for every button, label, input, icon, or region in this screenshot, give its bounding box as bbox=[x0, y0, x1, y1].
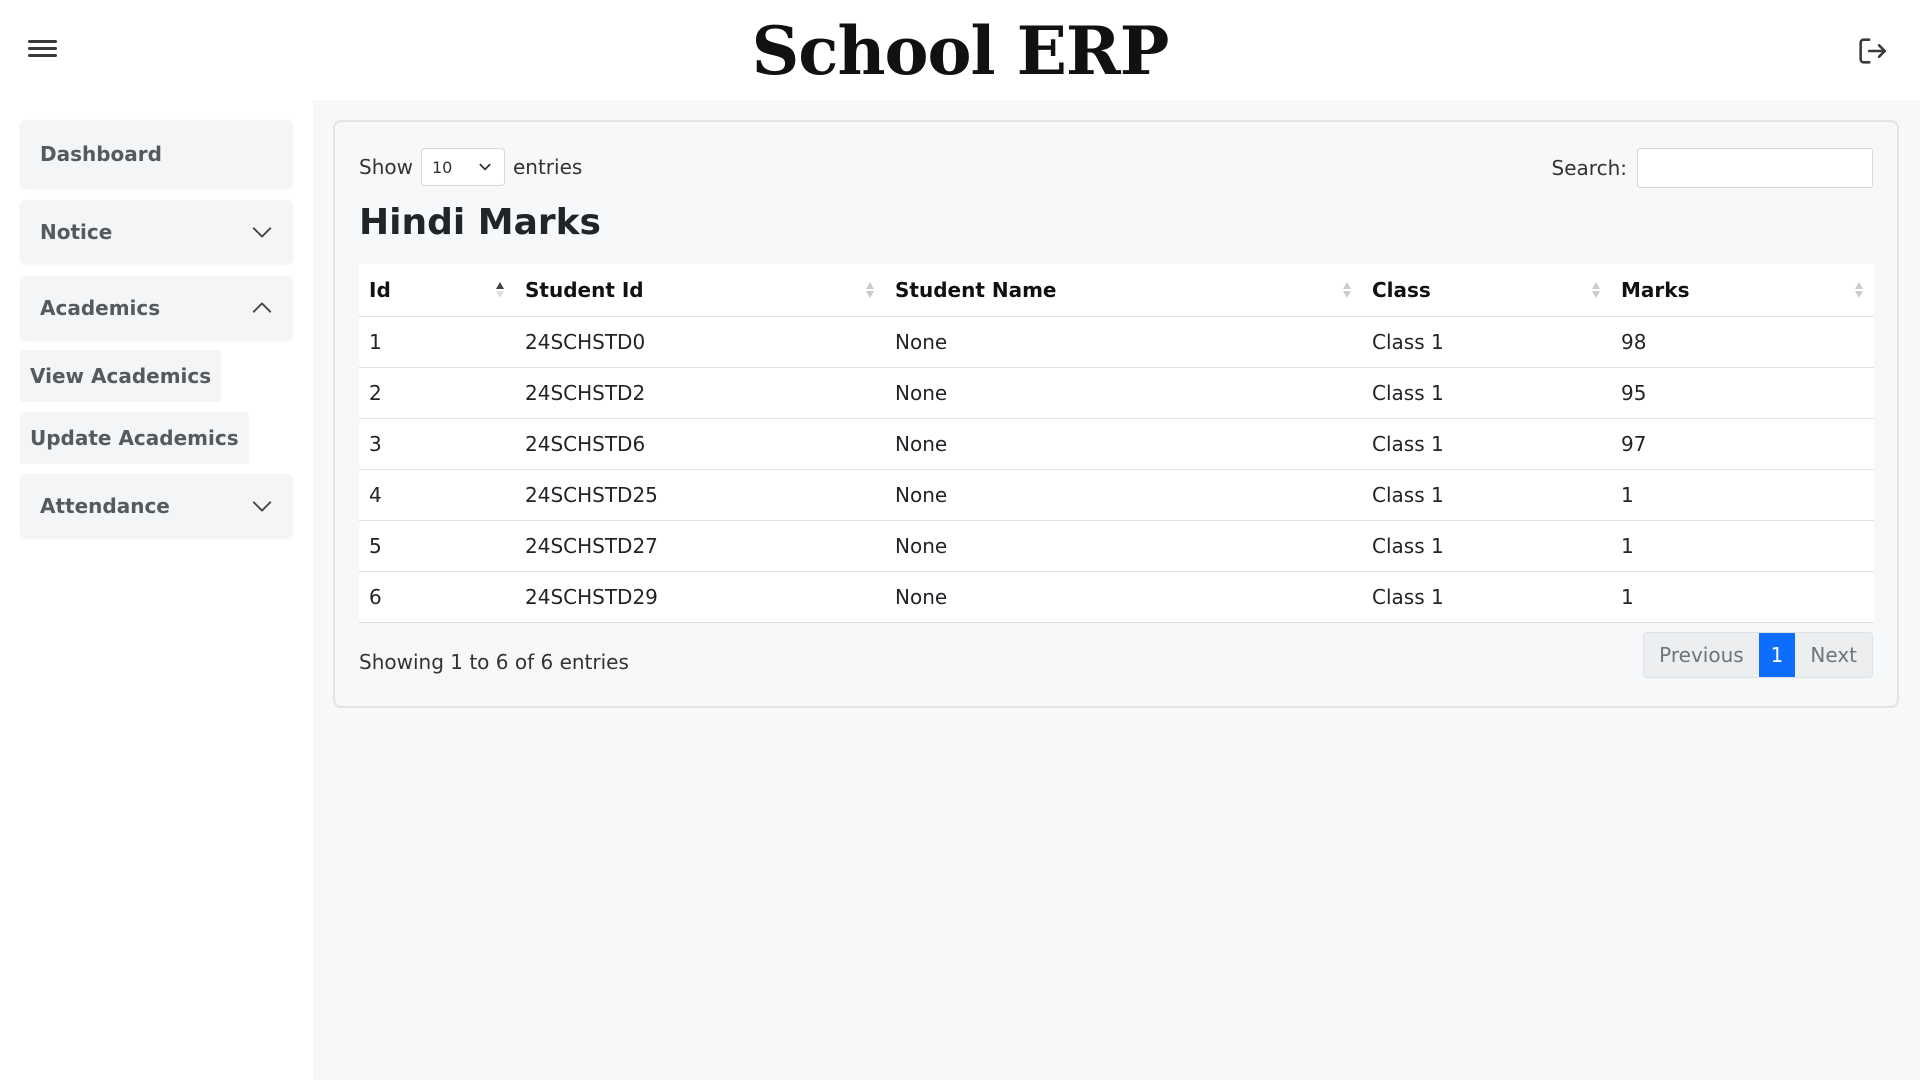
chevron-down-icon bbox=[479, 163, 491, 171]
table-row: 2 24SCHSTD2 None Class 1 95 bbox=[359, 367, 1874, 419]
logout-icon[interactable] bbox=[1855, 34, 1891, 70]
column-header-label: Class bbox=[1372, 277, 1431, 302]
cell-id: 2 bbox=[359, 367, 515, 419]
cell-marks: 95 bbox=[1611, 367, 1874, 419]
sidebar: Dashboard Notice Academics View Academic… bbox=[0, 100, 313, 1080]
page-button-1[interactable]: 1 bbox=[1758, 633, 1796, 677]
cell-class: Class 1 bbox=[1362, 520, 1611, 572]
sidebar-item-academics[interactable]: Academics bbox=[20, 276, 293, 340]
cell-student-id: 24SCHSTD0 bbox=[515, 316, 885, 368]
table-row: 1 24SCHSTD0 None Class 1 98 bbox=[359, 316, 1874, 368]
cell-class: Class 1 bbox=[1362, 316, 1611, 368]
sidebar-item-dashboard[interactable]: Dashboard bbox=[20, 120, 293, 188]
column-header-label: Student Id bbox=[525, 277, 644, 302]
cell-student-name: None bbox=[885, 367, 1362, 419]
entries-label: entries bbox=[512, 155, 583, 179]
table-row: 6 24SCHSTD29 None Class 1 1 bbox=[359, 571, 1874, 623]
table-row: 5 24SCHSTD27 None Class 1 1 bbox=[359, 520, 1874, 572]
table-row: 3 24SCHSTD6 None Class 1 97 bbox=[359, 418, 1874, 470]
show-label: Show bbox=[359, 155, 413, 179]
cell-student-id: 24SCHSTD27 bbox=[515, 520, 885, 572]
sort-icon bbox=[1343, 282, 1351, 298]
column-header-id[interactable]: Id bbox=[359, 264, 515, 317]
app-title: School ERP bbox=[751, 12, 1170, 90]
cell-marks: 1 bbox=[1611, 520, 1874, 572]
next-button[interactable]: Next bbox=[1795, 633, 1872, 677]
column-header-marks[interactable]: Marks bbox=[1611, 264, 1874, 317]
chevron-down-icon bbox=[252, 227, 272, 238]
sort-icon bbox=[1592, 282, 1600, 298]
column-header-student-id[interactable]: Student Id bbox=[515, 264, 885, 317]
cell-student-id: 24SCHSTD25 bbox=[515, 469, 885, 521]
cell-class: Class 1 bbox=[1362, 469, 1611, 521]
cell-student-id: 24SCHSTD6 bbox=[515, 418, 885, 470]
cell-id: 5 bbox=[359, 520, 515, 572]
cell-student-name: None bbox=[885, 418, 1362, 470]
cell-student-name: None bbox=[885, 316, 1362, 368]
cell-marks: 98 bbox=[1611, 316, 1874, 368]
entries-select-value: 10 bbox=[431, 157, 453, 177]
sidebar-item-attendance[interactable]: Attendance bbox=[20, 474, 293, 538]
entries-select[interactable]: 10 bbox=[420, 148, 505, 186]
sidebar-item-label: Dashboard bbox=[40, 142, 162, 166]
sort-asc-icon bbox=[496, 282, 504, 298]
sidebar-subitem-update-academics[interactable]: Update Academics bbox=[20, 412, 249, 464]
table-header-row: Id Student Id Student Name Class Marks bbox=[359, 264, 1874, 317]
cell-student-name: None bbox=[885, 571, 1362, 623]
cell-student-id: 24SCHSTD29 bbox=[515, 571, 885, 623]
cell-student-name: None bbox=[885, 469, 1362, 521]
cell-marks: 1 bbox=[1611, 571, 1874, 623]
search-control: Search: bbox=[1552, 148, 1873, 188]
column-header-label: Id bbox=[369, 277, 391, 302]
cell-class: Class 1 bbox=[1362, 418, 1611, 470]
table-row: 4 24SCHSTD25 None Class 1 1 bbox=[359, 469, 1874, 521]
sidebar-subitem-label: Update Academics bbox=[30, 426, 239, 450]
top-header: School ERP bbox=[0, 0, 1920, 100]
cell-id: 4 bbox=[359, 469, 515, 521]
sidebar-item-label: Notice bbox=[40, 220, 113, 244]
search-input[interactable] bbox=[1637, 148, 1873, 188]
cell-id: 3 bbox=[359, 418, 515, 470]
sidebar-subitem-view-academics[interactable]: View Academics bbox=[20, 350, 222, 402]
table-info: Showing 1 to 6 of 6 entries bbox=[359, 650, 629, 674]
column-header-class[interactable]: Class bbox=[1362, 264, 1611, 317]
search-label: Search: bbox=[1551, 156, 1627, 180]
entries-control: Show 10 entries bbox=[359, 148, 582, 186]
chevron-down-icon bbox=[252, 501, 272, 512]
cell-student-id: 24SCHSTD2 bbox=[515, 367, 885, 419]
chevron-up-icon bbox=[252, 302, 272, 313]
table-title: Hindi Marks bbox=[359, 202, 601, 243]
cell-class: Class 1 bbox=[1362, 571, 1611, 623]
cell-id: 6 bbox=[359, 571, 515, 623]
sort-icon bbox=[866, 282, 874, 298]
column-header-label: Marks bbox=[1621, 277, 1690, 302]
cell-id: 1 bbox=[359, 316, 515, 368]
pagination: Previous 1 Next bbox=[1643, 632, 1873, 678]
cell-class: Class 1 bbox=[1362, 367, 1611, 419]
column-header-label: Student Name bbox=[895, 277, 1057, 302]
sort-icon bbox=[1855, 282, 1863, 298]
cell-marks: 1 bbox=[1611, 469, 1874, 521]
previous-button[interactable]: Previous bbox=[1644, 633, 1759, 677]
sidebar-subitem-label: View Academics bbox=[30, 364, 212, 388]
sidebar-item-label: Academics bbox=[40, 296, 161, 320]
main-content: Show 10 entries Search: Hindi Marks Id S… bbox=[313, 100, 1920, 1080]
marks-table: Id Student Id Student Name Class Marks 1… bbox=[359, 264, 1874, 623]
column-header-student-name[interactable]: Student Name bbox=[885, 264, 1362, 317]
marks-card: Show 10 entries Search: Hindi Marks Id S… bbox=[333, 120, 1899, 708]
sidebar-item-notice[interactable]: Notice bbox=[20, 200, 293, 264]
cell-marks: 97 bbox=[1611, 418, 1874, 470]
sidebar-item-label: Attendance bbox=[40, 494, 170, 518]
cell-student-name: None bbox=[885, 520, 1362, 572]
